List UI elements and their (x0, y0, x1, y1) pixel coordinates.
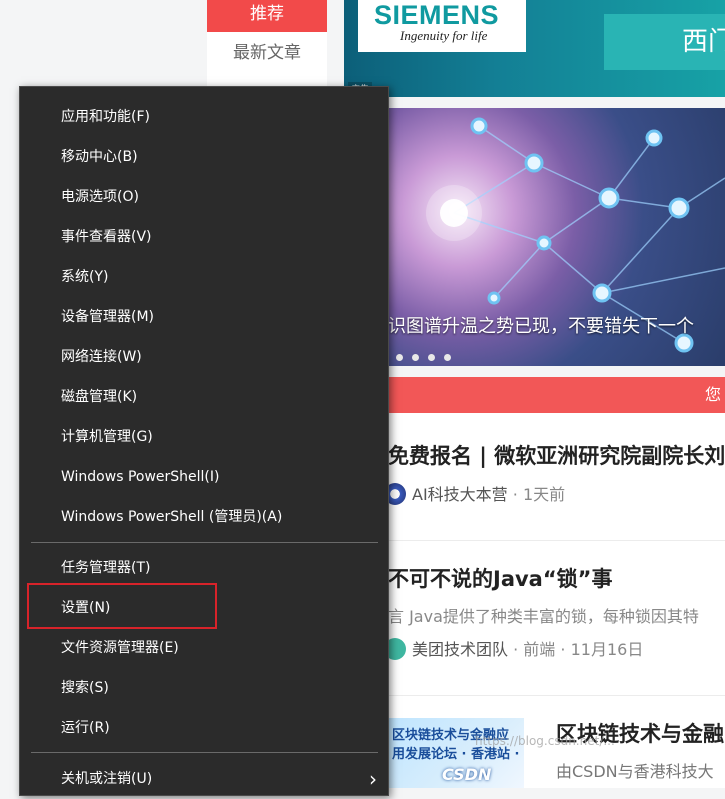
carousel-dot[interactable] (396, 354, 403, 361)
menu-item-device-manager[interactable]: 设备管理器(M) (20, 297, 388, 337)
menu-item-system[interactable]: 系统(Y) (20, 257, 388, 297)
divider (388, 695, 725, 696)
menu-item-powershell[interactable]: Windows PowerShell(I) (20, 457, 388, 497)
siemens-logo: SIEMENS Ingenuity for life (358, 0, 526, 52)
article-summary: 由CSDN与香港科技大 (556, 762, 714, 781)
article-category[interactable]: 前端 (523, 640, 555, 659)
meta-separator: · (513, 640, 519, 659)
meta-separator: · (560, 640, 566, 659)
article-feed: 免费报名 | 微软亚洲研究院副院长刘 AI科技大本营 · 1天前 不可不说的Ja… (344, 413, 725, 788)
brand-tagline: Ingenuity for life (400, 28, 488, 43)
article-author[interactable]: AI科技大本营 (412, 485, 508, 504)
ad-banner[interactable]: SIEMENS Ingenuity for life 西门 广告 (344, 0, 725, 97)
highlight-annotation (27, 583, 217, 629)
article-title[interactable]: 不可不说的Java“锁”事 (388, 563, 612, 593)
menu-item-power-options[interactable]: 电源选项(O) (20, 177, 388, 217)
carousel-dot[interactable] (412, 354, 419, 361)
menu-item-run[interactable]: 运行(R) (20, 708, 388, 748)
menu-item-disk-management[interactable]: 磁盘管理(K) (20, 377, 388, 417)
csdn-logo: CSDN (442, 765, 492, 784)
article-time: 11月16日 (570, 640, 644, 659)
menu-item-file-explorer[interactable]: 文件资源管理器(E) (20, 628, 388, 668)
winx-context-menu: 应用和功能(F) 移动中心(B) 电源选项(O) 事件查看器(V) 系统(Y) … (19, 86, 389, 796)
article-meta: 美团技术团队 · 前端 · 11月16日 (384, 636, 643, 660)
menu-item-apps-features[interactable]: 应用和功能(F) (20, 97, 388, 137)
carousel-dot[interactable] (428, 354, 435, 361)
article-meta: AI科技大本营 · 1天前 (384, 481, 565, 505)
banner-headline: 西门 (604, 14, 725, 70)
menu-item-label: 关机或注销(U) (61, 771, 153, 787)
article-thumbnail[interactable]: 区块链技术与金融应 用发展论坛 · 香港站 · CSDN (388, 718, 524, 788)
brand-name: SIEMENS (374, 0, 500, 30)
menu-separator (31, 542, 378, 543)
carousel-dot[interactable] (444, 354, 451, 361)
hero-carousel[interactable]: 识图谱升温之势已现，不要错失下一个 (344, 108, 725, 366)
menu-item-mobility-center[interactable]: 移动中心(B) (20, 137, 388, 177)
menu-item-search[interactable]: 搜索(S) (20, 668, 388, 708)
meta-separator: · (512, 485, 518, 504)
menu-item-computer-management[interactable]: 计算机管理(G) (20, 417, 388, 457)
menu-item-task-manager[interactable]: 任务管理器(T) (20, 548, 388, 588)
watermark: https://blog.csdn.net/... (475, 734, 615, 748)
menu-item-shutdown-signout[interactable]: 关机或注销(U) › (20, 759, 388, 799)
menu-item-powershell-admin[interactable]: Windows PowerShell (管理员)(A) (20, 497, 388, 537)
divider (388, 540, 725, 541)
carousel-dots[interactable] (396, 346, 460, 365)
menu-item-event-viewer[interactable]: 事件查看器(V) (20, 217, 388, 257)
article-title[interactable]: 免费报名 | 微软亚洲研究院副院长刘 (388, 440, 725, 470)
article-summary: 言 Java提供了种类丰富的锁，每种锁因其特 (388, 607, 699, 626)
menu-item-network-connections[interactable]: 网络连接(W) (20, 337, 388, 377)
menu-separator (31, 752, 378, 753)
tab-recommend[interactable]: 推荐 (207, 0, 327, 32)
article-time: 1天前 (522, 485, 566, 504)
chevron-right-icon: › (369, 767, 377, 791)
notice-bar[interactable]: 您 (344, 377, 725, 413)
article-author[interactable]: 美团技术团队 (412, 640, 508, 659)
tab-latest-articles[interactable]: 最新文章 (207, 38, 327, 68)
hero-caption[interactable]: 识图谱升温之势已现，不要错失下一个 (388, 312, 694, 338)
